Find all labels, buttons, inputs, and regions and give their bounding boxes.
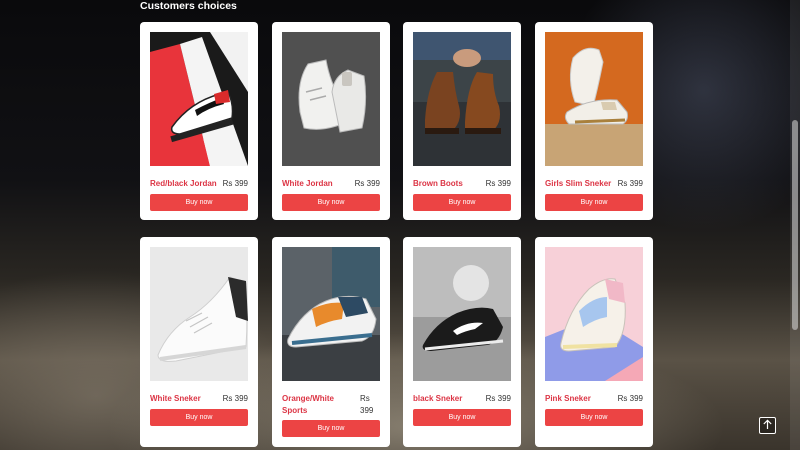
product-image (413, 247, 511, 381)
product-price: Rs 399 (617, 179, 643, 188)
product-name: Girls Slim Sneker (545, 179, 612, 188)
product-card: Girls Slim Sneker Rs 399 Buy now (535, 22, 653, 220)
buy-now-button[interactable]: Buy now (150, 409, 248, 426)
buy-now-button[interactable]: Buy now (282, 194, 380, 211)
product-price: Rs 399 (360, 394, 374, 415)
product-name: White Jordan (282, 179, 333, 188)
product-price: Rs 399 (222, 179, 248, 188)
product-price: Rs 399 (485, 179, 511, 188)
product-name: Brown Boots (413, 179, 463, 188)
buy-now-button[interactable]: Buy now (413, 194, 511, 211)
product-price: Rs 399 (485, 394, 511, 403)
product-name: White Sneker (150, 394, 201, 403)
page-scrollbar[interactable] (790, 0, 800, 450)
product-image (545, 247, 643, 381)
product-card: black Sneker Rs 399 Buy now (403, 237, 521, 447)
product-card: Orange/White Sports Rs 399 Buy now (272, 237, 390, 447)
buy-now-button[interactable]: Buy now (545, 194, 643, 211)
scrollbar-thumb[interactable] (792, 120, 798, 330)
section-title: Customers choices (140, 0, 237, 12)
buy-now-button[interactable]: Buy now (413, 409, 511, 426)
product-price: Rs 399 (222, 394, 248, 403)
product-name: Pink Sneker (545, 394, 591, 403)
buy-now-button[interactable]: Buy now (545, 409, 643, 426)
product-price: Rs 399 (354, 179, 380, 188)
product-image (413, 32, 511, 166)
product-image (150, 247, 248, 381)
product-name: Orange/White Sports (282, 394, 335, 415)
buy-now-button[interactable]: Buy now (150, 194, 248, 211)
product-image (545, 32, 643, 166)
back-to-top-button[interactable] (759, 417, 776, 434)
product-card: Brown Boots Rs 399 Buy now (403, 22, 521, 220)
product-card: White Sneker Rs 399 Buy now (140, 237, 258, 447)
product-image (282, 32, 380, 166)
product-image (282, 247, 380, 381)
buy-now-button[interactable]: Buy now (282, 420, 380, 437)
product-name: Red/black Jordan (150, 179, 217, 188)
product-name: black Sneker (413, 394, 463, 403)
product-card: Red/black Jordan Rs 399 Buy now (140, 22, 258, 220)
product-card: Pink Sneker Rs 399 Buy now (535, 237, 653, 447)
product-card: White Jordan Rs 399 Buy now (272, 22, 390, 220)
arrow-up-icon (762, 417, 773, 435)
product-image (150, 32, 248, 166)
product-price: Rs 399 (617, 394, 643, 403)
